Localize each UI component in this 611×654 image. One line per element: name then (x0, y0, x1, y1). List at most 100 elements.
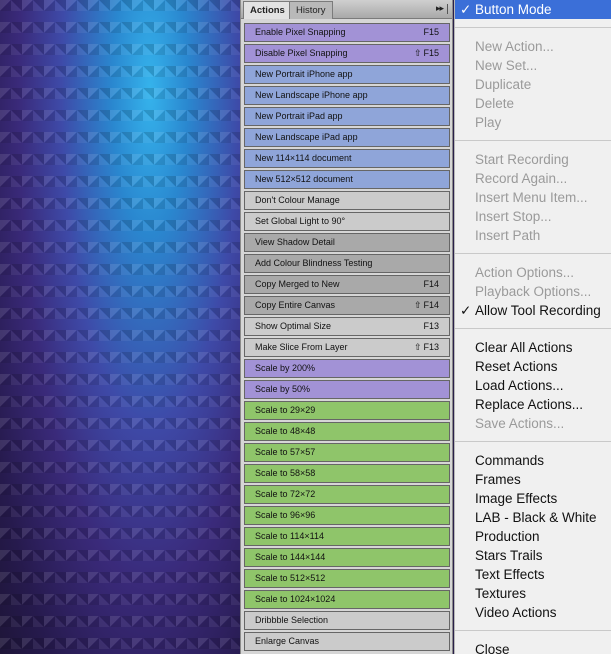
action-button[interactable]: Scale by 200% (244, 359, 450, 378)
menu-item[interactable]: Close (455, 640, 611, 654)
action-label: New Portrait iPhone app (255, 69, 353, 79)
action-button[interactable]: New Portrait iPad app (244, 107, 450, 126)
action-button[interactable]: New 512×512 document (244, 170, 450, 189)
action-label: Scale to 1024×1024 (255, 594, 336, 604)
shortcut-key: F13 (423, 318, 439, 335)
action-button[interactable]: Scale to 58×58 (244, 464, 450, 483)
function-key: F13 (423, 321, 439, 331)
action-button[interactable]: View Shadow Detail (244, 233, 450, 252)
shift-key-icon: ⇧ (413, 48, 422, 58)
menu-item-label: Textures (475, 586, 527, 601)
panel-flyout-icon[interactable]: ▸▸ (436, 3, 448, 14)
action-button[interactable]: Scale to 512×512 (244, 569, 450, 588)
action-button[interactable]: Dribbble Selection (244, 611, 450, 630)
action-button[interactable]: Scale to 1024×1024 (244, 590, 450, 609)
action-button[interactable]: Scale to 57×57 (244, 443, 450, 462)
menu-item-label: Save Actions... (475, 416, 565, 431)
menu-item[interactable]: ✓ Allow Tool Recording (455, 301, 611, 320)
action-label: Don't Colour Manage (255, 195, 340, 205)
shortcut-key: F15 (423, 24, 439, 41)
action-button[interactable]: Scale to 72×72 (244, 485, 450, 504)
menu-item[interactable]: Image Effects (455, 489, 611, 508)
action-label: Scale to 48×48 (255, 426, 316, 436)
action-label: Disable Pixel Snapping (255, 48, 348, 58)
menu-item: Record Again... (455, 169, 611, 188)
menu-item[interactable]: Production (455, 527, 611, 546)
action-button[interactable]: Set Global Light to 90° (244, 212, 450, 231)
menu-item-label: Delete (475, 96, 515, 111)
menu-item-label: Button Mode (475, 2, 552, 17)
actions-panel: Actions History ▸▸ Enable Pixel Snapping… (240, 0, 453, 654)
action-label: View Shadow Detail (255, 237, 335, 247)
menu-item-label: Frames (475, 472, 521, 487)
action-button[interactable]: Make Slice From Layer ⇧ F13 (244, 338, 450, 357)
action-button[interactable]: Copy Entire Canvas ⇧ F14 (244, 296, 450, 315)
action-button[interactable]: Scale to 114×114 (244, 527, 450, 546)
action-button[interactable]: New Landscape iPhone app (244, 86, 450, 105)
menu-item-label: LAB - Black & White (475, 510, 597, 525)
menu-item-label: Production (475, 529, 540, 544)
menu-item[interactable]: Frames (455, 470, 611, 489)
menu-item-label: Play (475, 115, 502, 130)
action-label: New Landscape iPhone app (255, 90, 368, 100)
action-button[interactable]: Scale to 48×48 (244, 422, 450, 441)
action-label: Scale to 72×72 (255, 489, 316, 499)
action-button[interactable]: New Landscape iPad app (244, 128, 450, 147)
menu-item[interactable]: LAB - Black & White (455, 508, 611, 527)
menu-item[interactable]: ✓ Button Mode (455, 0, 611, 19)
action-button[interactable]: Enable Pixel Snapping F15 (244, 23, 450, 42)
action-label: Scale to 58×58 (255, 468, 316, 478)
action-button[interactable]: Don't Colour Manage (244, 191, 450, 210)
menu-item: New Action... (455, 37, 611, 56)
action-button-list: Enable Pixel Snapping F15 Disable Pixel Sn… (244, 23, 450, 653)
menu-item: Duplicate (455, 75, 611, 94)
menu-item[interactable]: Load Actions... (455, 376, 611, 395)
action-label: Copy Entire Canvas (255, 300, 336, 310)
menu-item: Play (455, 113, 611, 132)
action-label: Show Optimal Size (255, 321, 332, 331)
menu-item: Action Options... (455, 263, 611, 282)
menu-separator (455, 441, 611, 442)
tab-history[interactable]: History (289, 1, 333, 19)
menu-item[interactable]: Replace Actions... (455, 395, 611, 414)
action-label: Add Colour Blindness Testing (255, 258, 373, 268)
menu-item[interactable]: Textures (455, 584, 611, 603)
function-key: F14 (423, 300, 439, 310)
action-button[interactable]: Copy Merged to New F14 (244, 275, 450, 294)
menu-item[interactable]: Stars Trails (455, 546, 611, 565)
action-button[interactable]: Scale to 144×144 (244, 548, 450, 567)
action-button[interactable]: New Portrait iPhone app (244, 65, 450, 84)
action-label: Scale to 29×29 (255, 405, 316, 415)
action-button[interactable]: Scale by 50% (244, 380, 450, 399)
background-mosaic (0, 0, 245, 654)
action-label: Scale to 96×96 (255, 510, 316, 520)
menu-item[interactable]: Reset Actions (455, 357, 611, 376)
menu-item-label: Allow Tool Recording (475, 303, 601, 318)
action-button[interactable]: Scale to 96×96 (244, 506, 450, 525)
action-button[interactable]: Add Colour Blindness Testing (244, 254, 450, 273)
action-button[interactable]: Show Optimal Size F13 (244, 317, 450, 336)
menu-item[interactable]: Clear All Actions (455, 338, 611, 357)
menu-item-label: Video Actions (475, 605, 557, 620)
actions-flyout-menu: ✓ Button Mode New Action... New Set... Dupli… (454, 0, 611, 654)
tab-actions[interactable]: Actions (243, 1, 292, 19)
menu-item[interactable]: Video Actions (455, 603, 611, 622)
action-button[interactable]: Enlarge Canvas (244, 632, 450, 651)
action-label: Scale by 50% (255, 384, 311, 394)
action-label: Make Slice From Layer (255, 342, 348, 352)
menu-item[interactable]: Text Effects (455, 565, 611, 584)
action-button[interactable]: Disable Pixel Snapping ⇧ F15 (244, 44, 450, 63)
menu-item: Save Actions... (455, 414, 611, 433)
menu-item[interactable]: Commands (455, 451, 611, 470)
menu-item-label: Start Recording (475, 152, 569, 167)
action-button[interactable]: Scale to 29×29 (244, 401, 450, 420)
menu-item: Insert Path (455, 226, 611, 245)
menu-item-label: Insert Menu Item... (475, 190, 588, 205)
menu-separator (455, 630, 611, 631)
action-button[interactable]: New 114×114 document (244, 149, 450, 168)
checkmark-icon: ✓ (460, 303, 472, 318)
menu-item-label: Reset Actions (475, 359, 558, 374)
action-label: New Landscape iPad app (255, 132, 358, 142)
action-label: New 114×114 document (255, 153, 352, 163)
shortcut-key: ⇧ F14 (414, 297, 439, 314)
